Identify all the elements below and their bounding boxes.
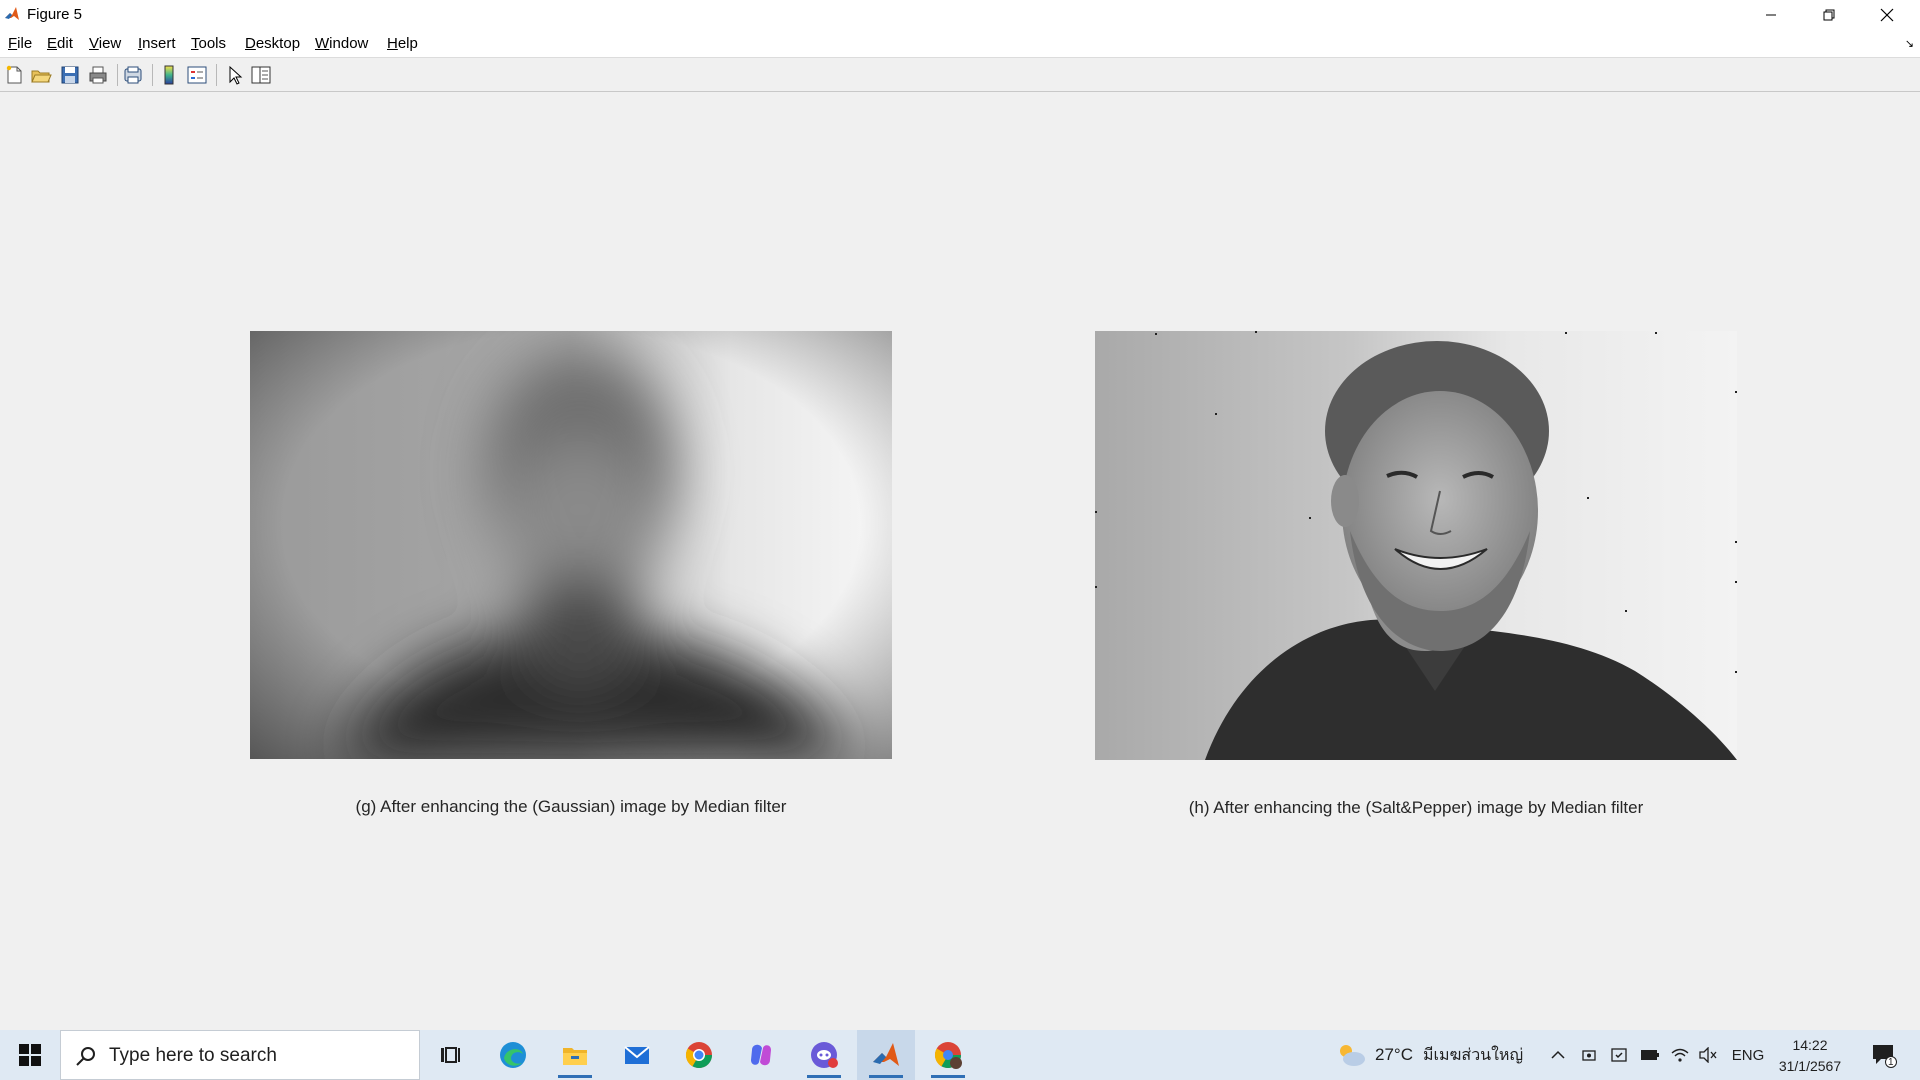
start-button[interactable]	[0, 1030, 60, 1080]
menu-desktop[interactable]: Desktop	[245, 35, 300, 52]
weather-widget[interactable]: 27°C มีเมฆส่วนใหญ่	[1335, 1030, 1575, 1080]
task-view-button[interactable]	[421, 1030, 479, 1080]
clock-time: 14:22	[1792, 1037, 1828, 1053]
chevron-up-icon	[1551, 1050, 1565, 1059]
open-file-button[interactable]	[30, 64, 52, 86]
search-placeholder: Type here to search	[109, 1045, 277, 1066]
file-explorer-icon	[563, 1048, 587, 1065]
figure-toolbar	[0, 58, 1920, 92]
minimize-icon	[1766, 14, 1776, 16]
chrome-profile-icon	[934, 1042, 962, 1069]
colorbar-button[interactable]	[158, 64, 180, 86]
weather-temp: 27°C	[1375, 1045, 1413, 1064]
figure-canvas: (g) After enhancing the (Gaussian) image…	[0, 92, 1920, 1030]
window-title: Figure 5	[27, 6, 83, 23]
menu-tools[interactable]: Tools	[191, 35, 226, 52]
legend-button[interactable]	[186, 64, 208, 86]
task-view-icon	[441, 1047, 460, 1063]
restore-button[interactable]	[1800, 0, 1858, 30]
running-indicator	[807, 1075, 841, 1078]
menu-file[interactable]: File	[8, 35, 32, 52]
legend-icon	[187, 66, 207, 84]
partly-cloudy-icon	[1340, 1045, 1365, 1066]
sharp-portrait-image	[1095, 331, 1737, 760]
tray-network[interactable]	[1668, 1030, 1692, 1080]
taskbar-clock[interactable]: 14:22 31/1/2567	[1772, 1035, 1848, 1077]
colorbar-icon	[164, 65, 174, 85]
new-figure-icon	[6, 65, 22, 84]
matlab-logo-icon	[4, 6, 20, 22]
new-figure-button[interactable]	[3, 64, 25, 86]
menu-window[interactable]: Window	[315, 35, 368, 52]
copilot-button[interactable]	[732, 1030, 790, 1080]
dock-arrow-icon[interactable]: ↘	[1905, 37, 1914, 50]
window-title-bar: Figure 5	[0, 0, 1920, 30]
mail-button[interactable]	[608, 1030, 666, 1080]
matlab-button[interactable]	[857, 1030, 915, 1080]
print-button[interactable]	[87, 64, 109, 86]
tray-defender[interactable]	[1608, 1030, 1630, 1080]
open-file-icon	[31, 70, 52, 83]
blurred-portrait-image	[250, 331, 892, 759]
right-image-caption: (h) After enhancing the (Salt&Pepper) im…	[1188, 798, 1644, 817]
matlab-icon	[873, 1043, 899, 1066]
toolbar-separator	[117, 64, 118, 86]
meet-now-icon	[1582, 1050, 1596, 1061]
wifi-icon	[1671, 1048, 1689, 1062]
print-preview-button[interactable]	[122, 64, 144, 86]
volume-muted-icon	[1699, 1047, 1717, 1063]
notification-center-button[interactable]: 1	[1864, 1030, 1904, 1080]
taskbar-search-box[interactable]: Type here to search	[60, 1030, 420, 1080]
save-icon	[61, 66, 79, 84]
menu-insert[interactable]: Insert	[138, 35, 176, 52]
weather-description: มีเมฆส่วนใหญ่	[1422, 1046, 1524, 1064]
copilot-icon	[751, 1044, 771, 1066]
close-button[interactable]	[1858, 0, 1916, 30]
property-editor-button[interactable]	[250, 64, 272, 86]
mail-icon	[624, 1046, 650, 1064]
tray-meet-now[interactable]	[1578, 1030, 1600, 1080]
edge-button[interactable]	[484, 1030, 542, 1080]
menu-edit[interactable]: Edit	[47, 35, 73, 52]
running-indicator	[931, 1075, 965, 1078]
toolbar-separator	[216, 64, 217, 86]
running-indicator	[558, 1075, 592, 1078]
chrome-icon	[685, 1042, 713, 1069]
tray-battery[interactable]	[1638, 1030, 1662, 1080]
windows-logo-icon	[19, 1044, 41, 1066]
discord-icon	[811, 1042, 838, 1068]
chrome-profile-button[interactable]	[919, 1030, 977, 1080]
saltpepper-median-image	[1095, 331, 1737, 760]
windows-taskbar: Type here to search 27°C มีเมฆส่วนใหญ่ E…	[0, 1030, 1920, 1080]
edit-plot-pointer-icon	[229, 65, 243, 85]
restore-icon	[1823, 9, 1835, 21]
property-editor-icon	[251, 66, 271, 84]
menu-view[interactable]: View	[89, 35, 121, 52]
edit-plot-button[interactable]	[224, 64, 246, 86]
gaussian-median-image	[250, 331, 892, 759]
search-icon	[76, 1047, 95, 1066]
close-icon	[1880, 8, 1894, 22]
input-language[interactable]: ENG	[1726, 1030, 1770, 1080]
discord-button[interactable]	[795, 1030, 853, 1080]
notification-badge: 1	[1888, 1057, 1894, 1068]
edge-icon	[500, 1042, 526, 1068]
show-hidden-icons[interactable]	[1544, 1030, 1572, 1080]
toolbar-separator	[152, 64, 153, 86]
tray-volume[interactable]	[1696, 1030, 1720, 1080]
left-image-caption: (g) After enhancing the (Gaussian) image…	[355, 797, 787, 816]
running-indicator	[869, 1075, 903, 1078]
menu-help[interactable]: Help	[387, 35, 418, 52]
minimize-button[interactable]	[1742, 0, 1800, 30]
menu-bar: File Edit View Insert Tools Desktop Wind…	[0, 30, 1920, 58]
file-explorer-button[interactable]	[546, 1030, 604, 1080]
print-icon	[89, 66, 107, 84]
battery-icon	[1641, 1050, 1659, 1060]
print-preview-icon	[124, 66, 142, 84]
language-label: ENG	[1731, 1046, 1765, 1064]
save-button[interactable]	[59, 64, 81, 86]
chrome-button[interactable]	[670, 1030, 728, 1080]
defender-icon	[1611, 1048, 1627, 1062]
clock-date: 31/1/2567	[1778, 1058, 1842, 1074]
